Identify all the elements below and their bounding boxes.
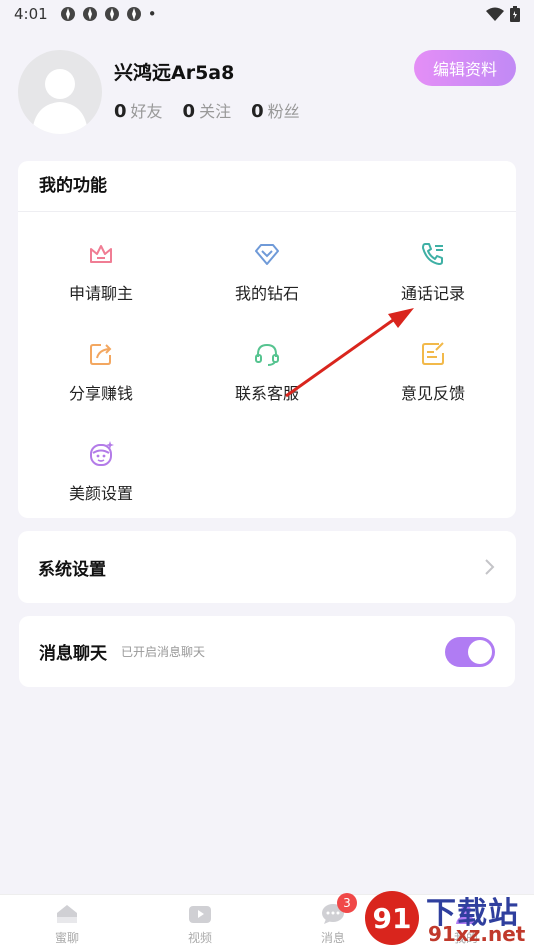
app-notification-icon: [104, 7, 119, 21]
func-beauty-settings[interactable]: 美颜设置: [18, 440, 184, 504]
app-notification-icon: [126, 7, 141, 21]
functions-card: 我的功能 申请聊主 我的钻石 通话记录 分享赚钱 联系客服 意见反馈 美颜设置: [18, 161, 516, 518]
more-notifications-dot: •: [147, 5, 157, 23]
edit-profile-button[interactable]: 编辑资料: [414, 50, 516, 86]
func-share-earn[interactable]: 分享赚钱: [18, 340, 184, 404]
func-contact-support[interactable]: 联系客服: [184, 340, 350, 404]
user-stats: 0 好友 0 关注 0 粉丝: [114, 98, 300, 122]
message-chat-row: 消息聊天 已开启消息聊天: [19, 616, 515, 687]
profile-header: 兴鸿远Ar5a8 0 好友 0 关注 0 粉丝 编辑资料: [18, 50, 516, 136]
functions-title: 我的功能: [18, 161, 516, 212]
message-chat-hint: 已开启消息聊天: [121, 645, 206, 659]
diamond-icon: [255, 244, 279, 265]
func-label: 意见反馈: [400, 384, 465, 403]
stat-number: 0: [114, 101, 127, 122]
stat-label: 粉丝: [267, 102, 300, 121]
status-bar: 4:01 •: [0, 0, 534, 28]
wifi-icon: [486, 7, 504, 21]
func-my-diamonds[interactable]: 我的钻石: [184, 240, 350, 304]
feedback-icon: [422, 342, 444, 365]
tab-label: 视频: [187, 931, 212, 945]
crown-icon: [90, 245, 112, 263]
stat-number: 0: [251, 101, 264, 122]
watermark-logo-icon: 91: [365, 891, 419, 945]
stat-label: 好友: [130, 102, 163, 121]
user-name: 兴鸿远Ar5a8: [114, 62, 235, 84]
func-apply-host[interactable]: 申请聊主: [18, 240, 184, 304]
status-right: [486, 6, 520, 22]
app-notification-icon: [60, 7, 75, 21]
tab-label: 蜜聊: [54, 931, 79, 945]
battery-icon: [510, 6, 520, 22]
toggle-knob: [468, 639, 492, 664]
func-label: 美颜设置: [68, 484, 133, 503]
stat-friends[interactable]: 0 好友: [114, 98, 163, 122]
func-label: 我的钻石: [234, 284, 299, 303]
message-chat-label: 消息聊天: [39, 644, 107, 664]
svg-text:91: 91: [373, 902, 412, 935]
notification-icons: •: [60, 5, 157, 23]
chevron-right-icon: [485, 559, 495, 575]
func-label: 分享赚钱: [68, 384, 133, 403]
call-log-icon: [422, 243, 443, 265]
message-chat-toggle[interactable]: [445, 636, 495, 667]
stat-fans[interactable]: 0 粉丝: [251, 98, 300, 122]
system-settings-label: 系统设置: [38, 559, 106, 580]
status-time: 4:01: [14, 5, 48, 23]
stat-number: 0: [182, 101, 196, 122]
func-call-log[interactable]: 通话记录: [350, 240, 516, 304]
func-label: 通话记录: [400, 284, 465, 303]
unread-badge: 3: [337, 893, 357, 913]
tab-video[interactable]: 视频: [160, 903, 240, 946]
func-label: 申请聊主: [68, 284, 133, 303]
func-feedback[interactable]: 意见反馈: [350, 340, 516, 404]
func-label: 联系客服: [234, 384, 299, 403]
beauty-icon: [90, 441, 114, 466]
watermark: 91 下载站 91xz.net: [360, 888, 530, 948]
avatar[interactable]: [18, 50, 102, 134]
watermark-url: 91xz.net: [428, 922, 526, 946]
tab-mi-chat[interactable]: 蜜聊: [27, 903, 107, 946]
system-settings-row[interactable]: 系统设置: [18, 531, 516, 603]
stat-label: 关注: [199, 102, 232, 121]
home-chat-icon: [57, 905, 77, 923]
app-notification-icon: [82, 7, 97, 21]
stat-following[interactable]: 0 关注: [183, 98, 232, 122]
video-icon: [189, 906, 211, 923]
headset-icon: [255, 343, 279, 366]
share-icon: [90, 344, 112, 365]
default-avatar-icon: [32, 69, 88, 134]
